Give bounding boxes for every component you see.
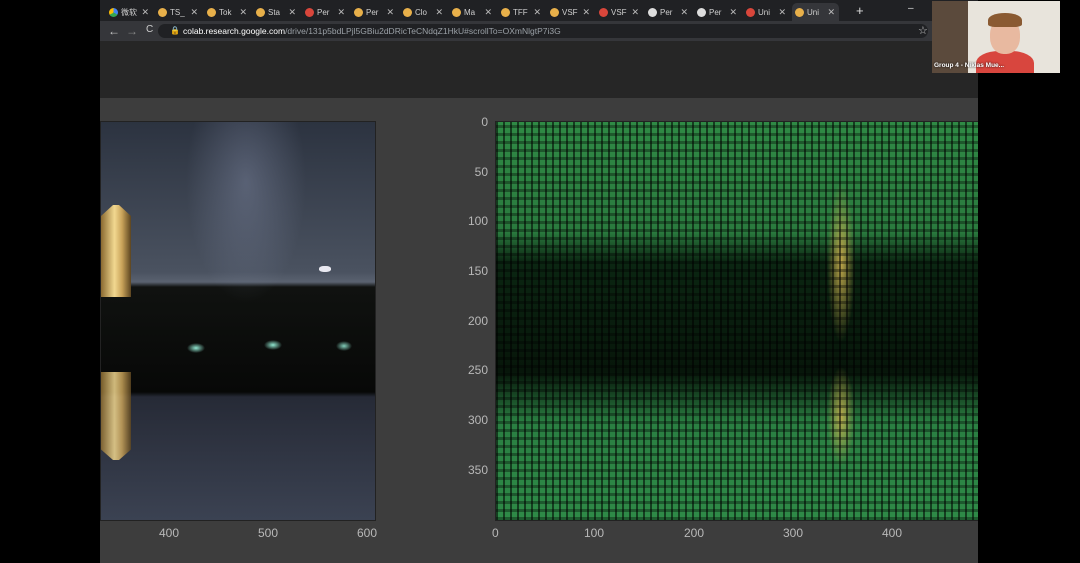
browser-toolbar: ← → C 🔒 colab.research.google.com/drive/… bbox=[100, 21, 978, 41]
browser-tab[interactable]: Uni ✕ bbox=[743, 3, 790, 21]
pagoda bbox=[101, 205, 131, 297]
browser-tab[interactable]: Sta ✕ bbox=[253, 3, 300, 21]
participant-name-label: Group 4 - Niklas Mue... bbox=[934, 62, 1005, 69]
x-tick-label: 0 bbox=[492, 526, 499, 540]
browser-tab-active[interactable]: Uni ✕ bbox=[792, 3, 839, 21]
close-tab-icon[interactable]: ✕ bbox=[239, 7, 247, 18]
colab-icon bbox=[354, 7, 363, 17]
back-icon[interactable]: ← bbox=[108, 24, 120, 38]
browser-tab[interactable]: Clo ✕ bbox=[400, 3, 447, 21]
red-logo-icon bbox=[305, 7, 314, 17]
colab-icon bbox=[158, 7, 167, 17]
close-tab-icon[interactable]: ✕ bbox=[680, 7, 688, 18]
google-drive-icon bbox=[109, 7, 118, 17]
y-tick-label: 200 bbox=[467, 314, 488, 328]
red-logo-icon bbox=[599, 7, 608, 17]
y-tick-label: 300 bbox=[467, 413, 488, 427]
bookmark-star-icon[interactable]: ☆ bbox=[918, 24, 928, 37]
y-tick-label: 150 bbox=[467, 264, 488, 278]
close-tab-icon[interactable]: ✕ bbox=[778, 7, 786, 18]
browser-window: 微软 ✕ TS_ ✕ Tok ✕ Sta ✕ Per ✕ Per ✕ Clo ✕ Ma ✕ TF… bbox=[100, 0, 978, 563]
browser-tab[interactable]: TFF ✕ bbox=[498, 3, 545, 21]
close-tab-icon[interactable]: ✕ bbox=[631, 7, 639, 18]
github-icon bbox=[697, 7, 706, 17]
colab-icon bbox=[256, 7, 265, 17]
red-logo-icon bbox=[746, 7, 755, 17]
browser-tab[interactable]: Per ✕ bbox=[351, 3, 398, 21]
browser-tab[interactable]: TS_ ✕ bbox=[155, 3, 202, 21]
close-tab-icon[interactable]: ✕ bbox=[582, 7, 590, 18]
y-tick-label: 350 bbox=[467, 463, 488, 477]
video-call-thumbnail[interactable]: Group 4 - Niklas Mue... bbox=[932, 1, 1060, 73]
colab-icon bbox=[795, 7, 804, 17]
colab-header bbox=[100, 41, 978, 98]
distant-light bbox=[319, 266, 331, 272]
close-tab-icon[interactable]: ✕ bbox=[288, 7, 296, 18]
close-tab-icon[interactable]: ✕ bbox=[533, 7, 541, 18]
y-tick-label: 50 bbox=[474, 165, 488, 179]
new-tab-button[interactable]: + bbox=[856, 3, 864, 18]
browser-tab[interactable]: Tok ✕ bbox=[204, 3, 251, 21]
reload-icon[interactable]: C bbox=[146, 24, 153, 35]
close-tab-icon[interactable]: ✕ bbox=[337, 7, 345, 18]
close-tab-icon[interactable]: ✕ bbox=[141, 7, 149, 18]
forward-icon[interactable]: → bbox=[126, 24, 138, 38]
x-tick-label: 400 bbox=[882, 526, 903, 540]
browser-tab[interactable]: VSF ✕ bbox=[547, 3, 594, 21]
colab-icon bbox=[452, 7, 461, 17]
x-tick-label: 200 bbox=[684, 526, 705, 540]
browser-tab[interactable]: VSF ✕ bbox=[596, 3, 643, 21]
x-tick-label: 300 bbox=[783, 526, 804, 540]
close-tab-icon[interactable]: ✕ bbox=[729, 7, 737, 18]
pagoda-reflection bbox=[101, 372, 131, 460]
minimize-icon[interactable]: – bbox=[908, 3, 914, 14]
colab-icon bbox=[403, 7, 412, 17]
y-tick-label: 100 bbox=[467, 214, 488, 228]
x-tick-label: 400 bbox=[159, 526, 180, 540]
y-tick-label: 0 bbox=[481, 115, 488, 129]
y-tick-label: 250 bbox=[467, 363, 488, 377]
url-path: /drive/131p5bdLPjl5GBiu2dDRicTeCNdqZ1HkU… bbox=[285, 26, 561, 36]
notebook-output: 400 500 600 0 50 100 150 200 250 300 350… bbox=[100, 98, 978, 563]
github-icon bbox=[648, 7, 657, 17]
lock-icon: 🔒 bbox=[170, 26, 180, 35]
matrix-rain-output-image bbox=[495, 121, 978, 521]
browser-tab[interactable]: Per ✕ bbox=[645, 3, 692, 21]
colab-icon bbox=[501, 7, 510, 17]
browser-tab[interactable]: Ma ✕ bbox=[449, 3, 496, 21]
close-tab-icon[interactable]: ✕ bbox=[484, 7, 492, 18]
close-tab-icon[interactable]: ✕ bbox=[386, 7, 394, 18]
original-night-photo bbox=[100, 121, 376, 521]
close-tab-icon[interactable]: ✕ bbox=[435, 7, 443, 18]
close-tab-icon[interactable]: ✕ bbox=[190, 7, 198, 18]
browser-tab[interactable]: Per ✕ bbox=[694, 3, 741, 21]
colab-icon bbox=[207, 7, 216, 17]
colab-icon bbox=[550, 7, 559, 17]
browser-tab[interactable]: 微软 ✕ bbox=[106, 3, 153, 21]
browser-tab[interactable]: Per ✕ bbox=[302, 3, 349, 21]
tab-strip: 微软 ✕ TS_ ✕ Tok ✕ Sta ✕ Per ✕ Per ✕ Clo ✕ Ma ✕ TF… bbox=[100, 0, 978, 21]
x-tick-label: 600 bbox=[357, 526, 378, 540]
url-host: colab.research.google.com bbox=[183, 26, 286, 36]
close-tab-icon[interactable]: ✕ bbox=[827, 7, 835, 18]
address-bar[interactable]: 🔒 colab.research.google.com/drive/131p5b… bbox=[158, 24, 928, 38]
participant-hair bbox=[988, 13, 1022, 27]
x-tick-label: 100 bbox=[584, 526, 605, 540]
x-tick-label: 500 bbox=[258, 526, 279, 540]
